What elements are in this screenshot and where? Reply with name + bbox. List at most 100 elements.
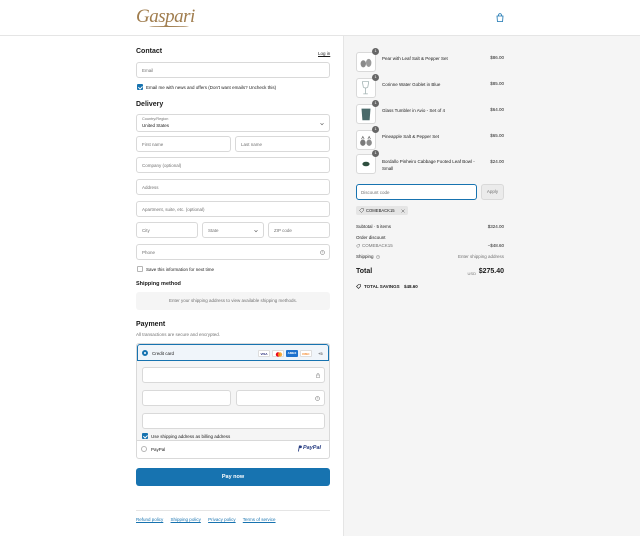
quantity-badge: 1 bbox=[372, 100, 379, 107]
refund-policy-link[interactable]: Refund policy bbox=[136, 517, 163, 522]
payment-heading: Payment bbox=[136, 321, 166, 328]
logo-swash bbox=[149, 26, 189, 28]
shopping-bag-icon[interactable] bbox=[496, 13, 504, 22]
news-checkbox[interactable] bbox=[137, 84, 143, 90]
last-name-placeholder: Last name bbox=[241, 142, 263, 147]
cart-item: 1 Bordallo Pinheiro Cabbage Footed Leaf … bbox=[356, 150, 504, 176]
item-name: Corinne Water Goblet in Blue bbox=[382, 82, 441, 87]
country-value: United States bbox=[142, 123, 170, 128]
help-circle-icon[interactable]: ? bbox=[376, 254, 380, 259]
news-label: Email me with news and offers (Don't wan… bbox=[146, 84, 277, 90]
country-select[interactable]: Country/Region United States bbox=[136, 114, 330, 132]
header: Gaspari bbox=[0, 0, 640, 36]
name-on-card-field[interactable] bbox=[142, 413, 325, 429]
discount-placeholder: Discount code bbox=[361, 189, 390, 195]
chevron-down-icon bbox=[254, 229, 258, 233]
footer-divider bbox=[136, 510, 330, 511]
state-select[interactable]: State bbox=[202, 222, 264, 238]
total-savings-value: $48.60 bbox=[403, 284, 418, 289]
pay-now-button[interactable]: Pay now bbox=[136, 468, 330, 486]
email-placeholder: Email bbox=[142, 68, 154, 73]
total-savings-row: TOTAL SAVINGS $48.60 bbox=[356, 284, 504, 290]
quantity-badge: 1 bbox=[372, 150, 379, 157]
last-name-field[interactable]: Last name bbox=[235, 136, 330, 152]
brand-logo[interactable]: Gaspari bbox=[136, 6, 195, 28]
security-code-field[interactable]: ? bbox=[236, 390, 325, 406]
amex-icon: AMEX bbox=[286, 350, 298, 357]
paypal-logo: PayPal bbox=[303, 445, 322, 451]
tag-icon bbox=[356, 284, 361, 290]
svg-text:?: ? bbox=[317, 397, 319, 401]
city-field[interactable]: City bbox=[136, 222, 198, 238]
total-savings-label: TOTAL SAVINGS bbox=[364, 284, 400, 289]
credit-card-form: ? Use shipping address as billing addres… bbox=[137, 361, 329, 441]
privacy-policy-link[interactable]: Privacy policy bbox=[208, 517, 236, 522]
cart-item: 1 Corinne Water Goblet in Blue $85.00 bbox=[356, 74, 504, 100]
company-field[interactable]: Company (optional) bbox=[136, 157, 330, 173]
apartment-field[interactable]: Apartment, suite, etc. (optional) bbox=[136, 201, 330, 217]
paypal-radio[interactable] bbox=[141, 446, 147, 452]
billing-same-checkbox[interactable] bbox=[142, 433, 148, 439]
product-thumbnail bbox=[356, 104, 376, 124]
quantity-badge: 1 bbox=[372, 74, 379, 81]
item-price: $64.00 bbox=[490, 107, 504, 112]
apply-button[interactable]: Apply bbox=[481, 184, 504, 200]
billing-same-label: Use shipping address as billing address bbox=[151, 433, 231, 439]
product-thumbnail bbox=[356, 52, 376, 72]
expiration-field[interactable] bbox=[142, 390, 231, 406]
mastercard-icon bbox=[272, 350, 284, 357]
card-logos: VISA AMEX DISC +5 bbox=[258, 350, 328, 357]
save-info-checkbox[interactable] bbox=[137, 266, 143, 272]
login-link[interactable]: Log in bbox=[318, 51, 330, 56]
zip-field[interactable]: ZIP code bbox=[268, 222, 330, 238]
paypal-logo-icon bbox=[298, 445, 302, 452]
cart-item: 1 Glass Tumbler in Avio - Set of 4 $64.0… bbox=[356, 100, 504, 126]
credit-card-label: Credit card bbox=[152, 350, 175, 356]
order-discount-value: −$48.60 bbox=[487, 243, 504, 248]
city-placeholder: City bbox=[142, 228, 150, 233]
terms-of-service-link[interactable]: Terms of service bbox=[243, 517, 276, 522]
payment-subtitle: All transactions are secure and encrypte… bbox=[136, 332, 221, 337]
chevron-down-icon bbox=[320, 122, 324, 126]
email-field[interactable]: Email bbox=[136, 62, 330, 78]
help-circle-icon[interactable]: ? bbox=[315, 396, 320, 401]
save-info-label: Save this information for next time bbox=[146, 266, 215, 272]
address-placeholder: Address bbox=[142, 185, 159, 190]
item-name: Pineapple Salt & Pepper Set bbox=[382, 134, 440, 139]
close-icon[interactable] bbox=[401, 208, 405, 213]
total-row: Total USD $275.40 bbox=[356, 268, 504, 277]
shipping-heading: Shipping method bbox=[136, 281, 181, 287]
first-name-field[interactable]: First name bbox=[136, 136, 231, 152]
state-placeholder: State bbox=[208, 228, 219, 233]
product-thumbnail bbox=[356, 154, 376, 174]
subtotal-row: Subtotal · 5 items $324.00 bbox=[356, 224, 504, 229]
help-circle-icon[interactable]: ? bbox=[320, 250, 325, 255]
card-number-field[interactable] bbox=[142, 367, 325, 383]
country-label: Country/Region bbox=[142, 117, 169, 121]
currency-code: USD bbox=[467, 270, 476, 276]
zip-placeholder: ZIP code bbox=[274, 228, 292, 233]
shipping-note: Enter your shipping address to view avai… bbox=[168, 298, 298, 303]
cart-item: 1 Pineapple Salt & Pepper Set $65.00 bbox=[356, 126, 504, 152]
shipping-value: Enter shipping address bbox=[457, 254, 504, 259]
item-price: $86.00 bbox=[490, 55, 504, 60]
paypal-option[interactable]: PayPal PayPal bbox=[137, 441, 329, 458]
order-discount-row: Order discount bbox=[356, 235, 504, 240]
shipping-policy-link[interactable]: Shipping policy bbox=[171, 517, 201, 522]
product-thumbnail bbox=[356, 78, 376, 98]
order-discount-code: COMEBACK15 bbox=[362, 243, 393, 248]
item-name: Bordallo Pinheiro Cabbage Footed Leaf Bo… bbox=[382, 159, 475, 171]
address-field[interactable]: Address bbox=[136, 179, 330, 195]
visa-icon: VISA bbox=[258, 350, 270, 357]
phone-field[interactable]: Phone ? bbox=[136, 244, 330, 260]
discount-code-field[interactable]: Discount code bbox=[356, 184, 477, 200]
credit-card-radio[interactable] bbox=[142, 350, 148, 356]
lock-icon bbox=[316, 373, 320, 378]
contact-heading: Contact bbox=[136, 48, 163, 55]
paypal-label: PayPal bbox=[151, 446, 166, 452]
more-cards-count: +5 bbox=[318, 351, 323, 356]
tag-icon bbox=[356, 243, 360, 248]
credit-card-option[interactable]: Credit card VISA AMEX DISC +5 bbox=[137, 344, 329, 361]
discover-icon: DISC bbox=[300, 350, 312, 357]
delivery-heading: Delivery bbox=[136, 101, 164, 108]
